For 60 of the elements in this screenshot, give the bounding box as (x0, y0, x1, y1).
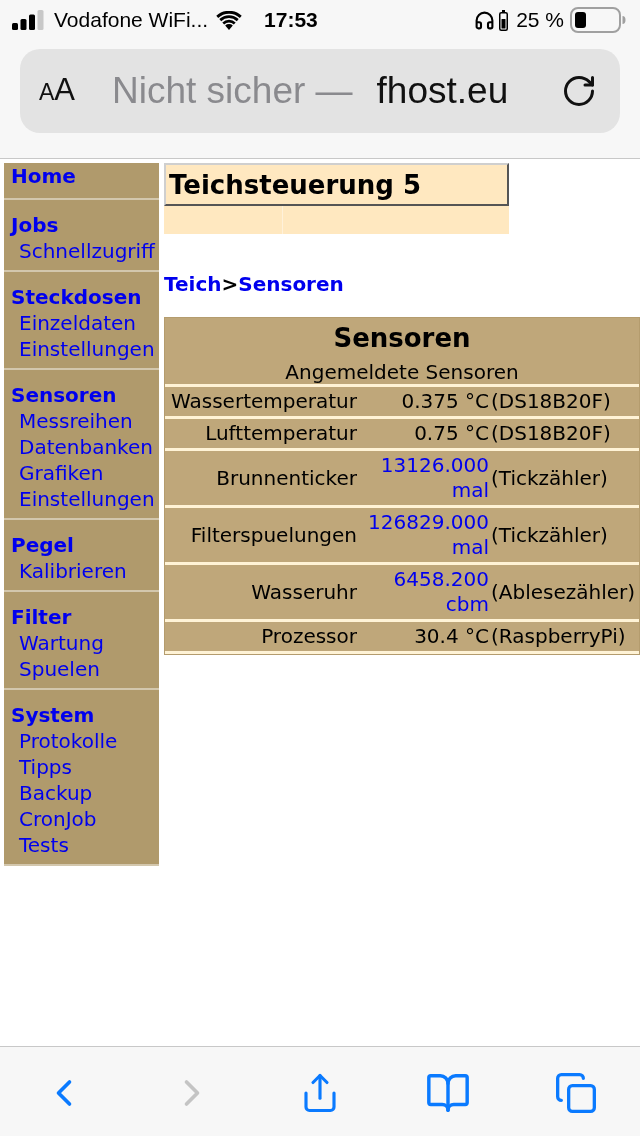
sidebar-heading-link[interactable]: Filter (11, 604, 72, 630)
sensor-value-link[interactable]: 126829.000 mal (363, 510, 489, 560)
sensor-name: Lufttemperatur (205, 421, 357, 446)
text-size-button[interactable]: AA (39, 72, 76, 110)
sidebar-link[interactable]: Protokolle (19, 728, 118, 754)
sensor-type: (RaspberryPi) (491, 624, 626, 649)
sensor-value: 30.4 °C (414, 624, 489, 649)
sensor-type: (Ablesezähler) (491, 579, 636, 605)
table-title: Sensoren (333, 322, 471, 354)
domain-text: fhost.eu (376, 69, 509, 113)
sensor-type: (DS18B20F) (491, 421, 611, 446)
sidebar-link[interactable]: Einzeldaten (19, 310, 136, 336)
sidebar-heading-link[interactable]: Pegel (11, 532, 74, 558)
sensor-value: 0.375 °C (401, 389, 489, 414)
battery-icon (570, 7, 626, 33)
sidebar-heading-link[interactable]: Sensoren (11, 382, 117, 408)
sidebar-link[interactable]: Einstellungen (19, 486, 155, 512)
battery-percentage: 25 % (516, 7, 564, 34)
tabs-icon (554, 1071, 598, 1115)
headphones-icon (474, 9, 496, 31)
breadcrumb-separator: > (221, 272, 239, 296)
sensor-type: (Tickzähler) (491, 522, 608, 548)
sidebar-link[interactable]: Schnellzugriff (19, 238, 155, 264)
sidebar-link[interactable]: Tests (19, 832, 69, 858)
sidebar-link[interactable]: Backup (19, 780, 93, 806)
sidebar-heading-link[interactable]: Steckdosen (11, 284, 142, 310)
address-bar[interactable]: AA Nicht sicher — fhost.eu (20, 49, 620, 133)
breadcrumb-current-link[interactable]: Sensoren (238, 272, 344, 296)
sidebar-link[interactable]: CronJob (19, 806, 97, 832)
sensor-name: Prozessor (261, 624, 357, 649)
sidebar-link[interactable]: Wartung (19, 630, 104, 656)
breadcrumb-link[interactable]: Teich (164, 272, 222, 296)
sensor-name: Wassertemperatur (171, 389, 357, 414)
table-subtitle: Angemeldete Sensoren (285, 360, 519, 384)
security-warning: Nicht sicher — (112, 69, 353, 113)
clock-time: 17:53 (264, 7, 318, 34)
sensor-name: Brunnenticker (216, 465, 357, 491)
sensor-type: (DS18B20F) (491, 389, 611, 414)
reload-icon (561, 73, 597, 109)
sensor-value: 0.75 °C (414, 421, 489, 446)
sensor-value-link[interactable]: 6458.200 cbm (363, 567, 489, 617)
sensor-type: (Tickzähler) (491, 465, 608, 491)
sidebar-heading-link[interactable]: Home (11, 163, 76, 189)
wifi-icon (216, 10, 243, 30)
sensor-name: Filterspuelungen (190, 522, 357, 548)
sidebar-link[interactable]: Tipps (19, 754, 72, 780)
sidebar-heading-link[interactable]: System (11, 702, 95, 728)
sidebar-link[interactable]: Kalibrieren (19, 558, 127, 584)
signal-icon (12, 10, 44, 30)
sidebar-link[interactable]: Grafiken (19, 460, 104, 486)
page-title: Teichsteuerung 5 (164, 163, 509, 206)
sensor-value-link[interactable]: 13126.000 mal (363, 453, 489, 503)
sidebar-link[interactable]: Spuelen (19, 656, 100, 682)
sensor-name: Wasseruhr (251, 579, 357, 605)
small-battery-icon (499, 9, 509, 31)
sidebar-link[interactable]: Einstellungen (19, 336, 155, 362)
sidebar-heading-link[interactable]: Jobs (11, 212, 59, 238)
sidebar-link[interactable]: Messreihen (19, 408, 133, 434)
sidebar-link[interactable]: Datenbanken (19, 434, 153, 460)
carrier-name: Vodafone WiFi... (54, 7, 209, 34)
